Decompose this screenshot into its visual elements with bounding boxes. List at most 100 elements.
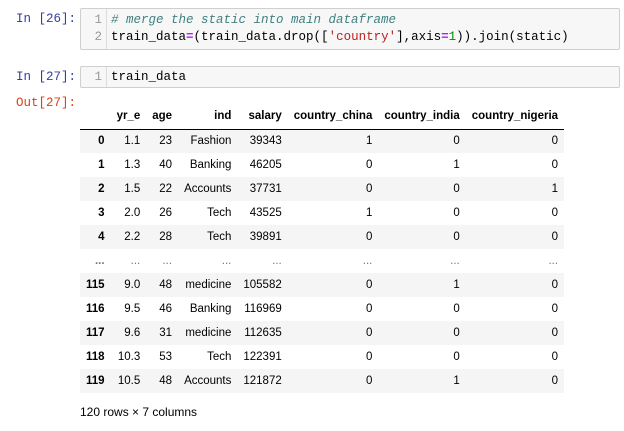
row-index: 1 [98, 159, 105, 171]
table-cell: 0 [453, 351, 460, 363]
column-header: country_india [378, 104, 466, 130]
code-comment: # merge the static into main dataframe [111, 13, 397, 27]
row-index: 0 [98, 135, 105, 148]
code-line-1: 1 # merge the static into main dataframe [81, 12, 619, 29]
table-cell: 0 [365, 375, 373, 387]
code-line-2: 2 train_data=(train_data.drop(['country'… [81, 29, 619, 46]
table-cell: 48 [159, 375, 173, 387]
table-cell: 0 [365, 183, 373, 195]
table-cell: 1 [453, 159, 460, 171]
table-cell: 0 [453, 135, 460, 148]
row-index: ... [94, 255, 105, 267]
table-cell: ... [362, 255, 373, 267]
table-cell: 1 [551, 183, 559, 195]
table-cell: Banking [189, 303, 232, 315]
code-token: )).join(static) [456, 30, 569, 44]
row-index: 4 [98, 231, 105, 243]
table-cell: 1 [365, 135, 373, 148]
table-cell: 0 [551, 279, 559, 291]
table-header-row: yr_e age ind salary country_china countr… [80, 104, 565, 130]
table-cell: 0 [453, 183, 460, 195]
table-cell: 2.0 [124, 207, 141, 219]
table-cell: Accounts [184, 183, 232, 195]
table-cell: 122391 [243, 351, 282, 363]
table-row: 119 10.5 48 Accounts 121872 0 1 0 [80, 369, 565, 393]
table-cell: 23 [159, 135, 173, 148]
code-token: train_data [111, 30, 187, 44]
table-cell: 1 [453, 375, 460, 387]
table-cell: 1.5 [124, 183, 141, 195]
table-row: 117 9.6 31 medicine 112635 0 0 0 [80, 321, 565, 345]
table-cell: 0 [551, 375, 559, 387]
column-header [80, 104, 111, 130]
table-cell: Tech [207, 231, 232, 243]
table-cell: 105582 [243, 279, 282, 291]
table-cell: 0 [453, 327, 460, 339]
cell-27-prompt: In [27]: [15, 70, 76, 84]
cell-26-code-editor[interactable]: 1 # merge the static into main dataframe… [80, 8, 620, 50]
table-cell: medicine [185, 279, 232, 291]
code-token: 1 [448, 30, 457, 44]
table-cell: 46205 [249, 159, 282, 171]
cell-27-code-editor[interactable]: 1 train_data [80, 66, 620, 88]
code-token: = [186, 30, 194, 44]
table-cell: ... [450, 255, 460, 267]
table-cell: 0 [551, 351, 559, 363]
dataframe-shape: 120 rows × 7 columns [80, 405, 198, 419]
dataframe-table: yr_e age ind salary country_china countr… [80, 104, 565, 393]
row-index: 118 [86, 351, 105, 363]
table-cell: ... [272, 255, 282, 267]
table-row: 1 1.3 40 Banking 46205 0 1 0 [80, 153, 564, 177]
table-cell: 9.0 [124, 279, 141, 291]
table-cell: 0 [365, 303, 373, 315]
table-cell: 0 [551, 135, 559, 148]
table-cell: 9.5 [124, 303, 141, 315]
code-statement: train_data [111, 70, 187, 84]
table-cell: Tech [207, 351, 232, 363]
row-index: 3 [98, 207, 105, 219]
table-cell: 10.3 [117, 351, 141, 363]
table-cell: 0 [453, 231, 460, 243]
line-number: 2 [94, 30, 102, 44]
code-line-1: 1 train_data [81, 69, 619, 86]
table-row: 115 9.0 48 medicine 105582 0 1 0 [80, 273, 565, 297]
table-cell: 1 [365, 207, 373, 219]
table-cell: 0 [365, 279, 373, 291]
table-cell: 0 [551, 327, 559, 339]
table-cell: 37731 [249, 183, 282, 195]
table-row: 118 10.3 53 Tech 122391 0 0 0 [80, 345, 564, 369]
code-statement: train_data=(train_data.drop(['country'],… [111, 29, 569, 46]
table-cell: 0 [365, 351, 373, 363]
code-token: 'country' [328, 30, 397, 44]
table-cell: Fashion [190, 135, 232, 148]
table-cell: 1 [453, 279, 460, 291]
table-cell: Tech [207, 207, 232, 219]
table-cell: 112635 [244, 327, 282, 339]
table-cell: ... [162, 255, 173, 267]
table-row: 0 1.1 23 Fashion 39343 1 0 0 [80, 129, 565, 153]
table-cell: 1.1 [124, 135, 141, 148]
table-cell: 9.6 [124, 327, 141, 339]
column-header: country_nigeria [465, 104, 565, 130]
table-cell: 28 [159, 231, 173, 243]
table-cell: 1.3 [124, 159, 141, 171]
table-row: 3 2.0 26 Tech 43525 1 0 0 [80, 201, 564, 225]
table-row: 116 9.5 46 Banking 116969 0 0 0 [80, 297, 564, 321]
table-cell: 0 [551, 303, 559, 315]
table-cell: 40 [159, 159, 173, 171]
table-cell: 0 [453, 207, 460, 219]
row-index: 115 [86, 279, 105, 291]
table-cell: 43525 [249, 207, 282, 219]
column-header: salary [237, 104, 288, 130]
column-header: age [146, 104, 179, 130]
line-number: 1 [94, 70, 102, 84]
table-cell: 48 [159, 279, 173, 291]
row-index: 2 [98, 183, 105, 195]
table-cell: 0 [551, 207, 559, 219]
table-cell: 0 [453, 303, 460, 315]
table-cell: ... [221, 255, 232, 267]
table-cell: ... [130, 255, 141, 267]
table-cell: ... [548, 255, 559, 267]
table-row: 2 1.5 22 Accounts 37731 0 0 1 [80, 177, 565, 201]
column-header: ind [178, 104, 238, 130]
